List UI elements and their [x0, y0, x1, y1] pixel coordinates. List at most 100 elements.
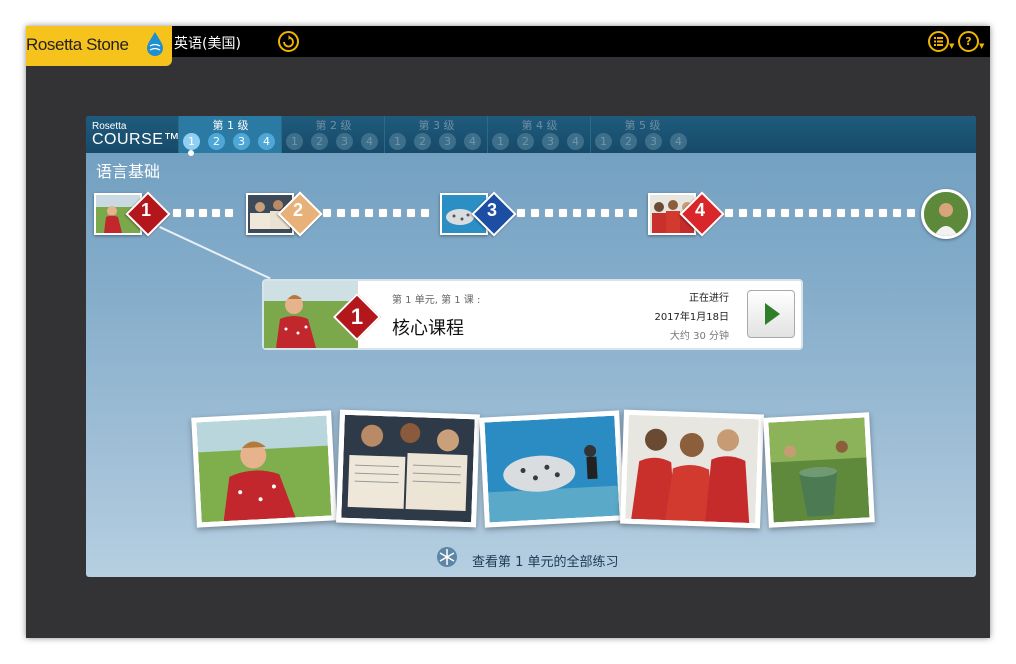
lesson-badge-number: 1 [140, 200, 151, 220]
level-title: 第 2 级 [315, 119, 352, 132]
level-bar: Rosetta COURSE™ 第 1 级 1 2 3 4 第 2 级 1 2 … [86, 116, 976, 156]
level-title: 第 5 级 [624, 119, 661, 132]
list-menu-icon[interactable] [928, 31, 949, 52]
unit-button[interactable]: 3 [336, 133, 353, 150]
unit-button[interactable]: 3 [233, 133, 250, 150]
path-dot [808, 208, 818, 218]
level-tab-3[interactable]: 第 3 级 1 2 3 4 [384, 116, 488, 153]
unit-button[interactable]: 4 [258, 133, 275, 150]
help-glyph: ? [965, 35, 972, 48]
unit-button[interactable]: 2 [208, 133, 225, 150]
path-dot [172, 208, 182, 218]
card-duration: 大约 30 分钟 [669, 331, 729, 342]
path-dot [878, 208, 888, 218]
unit-button[interactable]: 4 [670, 133, 687, 150]
menu-caret-icon: ▼ [949, 42, 955, 50]
snowflake-icon [437, 547, 457, 567]
help-icon[interactable]: ? [958, 31, 979, 52]
path-dot [892, 208, 902, 218]
unit-milestone-icon[interactable] [921, 189, 971, 239]
path-dot [906, 208, 916, 218]
unit-button[interactable]: 4 [567, 133, 584, 150]
path-dot [350, 208, 360, 218]
unit-button[interactable]: 3 [439, 133, 456, 150]
path-dot [738, 208, 748, 218]
unit-photo [620, 409, 764, 529]
unit-button[interactable]: 3 [645, 133, 662, 150]
unit-photo [191, 410, 337, 528]
path-dot [336, 208, 346, 218]
unit-button[interactable]: 4 [361, 133, 378, 150]
path-dot [752, 208, 762, 218]
course-panel: Rosetta COURSE™ 第 1 级 1 2 3 4 第 2 级 1 2 … [86, 116, 976, 577]
path-dot [364, 208, 374, 218]
play-icon [765, 303, 780, 325]
unit-photo [336, 409, 480, 528]
path-dot [766, 208, 776, 218]
path-dot [850, 208, 860, 218]
path-dot [198, 208, 208, 218]
unit-button[interactable]: 1 [492, 133, 509, 150]
path-dot [614, 208, 624, 218]
level-title: 第 1 级 [212, 119, 249, 132]
unit-button[interactable]: 1 [389, 133, 406, 150]
unit-button[interactable]: 1 [183, 133, 200, 150]
unit-button[interactable]: 2 [311, 133, 328, 150]
path-dot [544, 208, 554, 218]
card-title: 核心课程 [392, 318, 464, 339]
card-status: 正在进行 [689, 293, 729, 304]
path-dot [724, 208, 734, 218]
unit-photo [479, 410, 625, 528]
unit-button[interactable]: 2 [414, 133, 431, 150]
lesson-badge-number: 4 [694, 200, 705, 220]
unit-button[interactable]: 1 [595, 133, 612, 150]
level-tab-2[interactable]: 第 2 级 1 2 3 4 [281, 116, 385, 153]
view-all-exercises-link[interactable]: 查看第 1 单元的全部练习 [472, 551, 619, 570]
language-label[interactable]: 英语(美国) [174, 33, 241, 53]
logo-text: Rosetta Stone [26, 35, 129, 54]
rosetta-stone-logo: Rosetta Stone [26, 26, 172, 66]
rosetta-course-logo: Rosetta COURSE™ [92, 121, 180, 148]
path-dot [822, 208, 832, 218]
unit-button[interactable]: 1 [286, 133, 303, 150]
path-dot [530, 208, 540, 218]
help-caret-icon: ▼ [979, 42, 985, 50]
path-dot [780, 208, 790, 218]
unit-button[interactable]: 2 [517, 133, 534, 150]
path-dot [420, 208, 430, 218]
logo-drop-icon [147, 32, 163, 56]
app-window: Rosetta Stone 英语(美国) ▼ ? ▼ Rosetta COURS… [26, 26, 990, 638]
lesson-badge-number: 3 [486, 200, 497, 220]
path-dot [794, 208, 804, 218]
selected-unit-marker [188, 150, 194, 156]
play-button[interactable] [747, 290, 795, 338]
level-title: 第 4 级 [521, 119, 558, 132]
path-dot [558, 208, 568, 218]
level-tab-4[interactable]: 第 4 级 1 2 3 4 [487, 116, 591, 153]
card-date: 2017年1月18日 [654, 312, 729, 323]
level-tab-1[interactable]: 第 1 级 1 2 3 4 [178, 116, 282, 156]
path-dot [572, 208, 582, 218]
refresh-icon[interactable] [278, 31, 299, 52]
path-dot [600, 208, 610, 218]
unit-button[interactable]: 4 [464, 133, 481, 150]
path-dot [516, 208, 526, 218]
path-dot [211, 208, 221, 218]
unit-photo [763, 412, 875, 528]
card-badge-number: 1 [350, 304, 364, 329]
unit-button[interactable]: 3 [542, 133, 559, 150]
path-dot [224, 208, 234, 218]
level-title: 第 3 级 [418, 119, 455, 132]
lesson-detail-card[interactable]: 1 第 1 单元, 第 1 课 : 核心课程 正在进行 2017年1月18日 大… [262, 279, 803, 350]
path-dot [406, 208, 416, 218]
path-dot [185, 208, 195, 218]
path-dot [378, 208, 388, 218]
path-dot [392, 208, 402, 218]
path-dot [864, 208, 874, 218]
level-tab-5[interactable]: 第 5 级 1 2 3 4 [590, 116, 694, 153]
unit-button[interactable]: 2 [620, 133, 637, 150]
path-dot [586, 208, 596, 218]
lesson-badge-number: 2 [292, 200, 303, 220]
card-subtitle: 第 1 单元, 第 1 课 : [392, 295, 481, 306]
course-logo-line2: COURSE™ [92, 131, 180, 148]
